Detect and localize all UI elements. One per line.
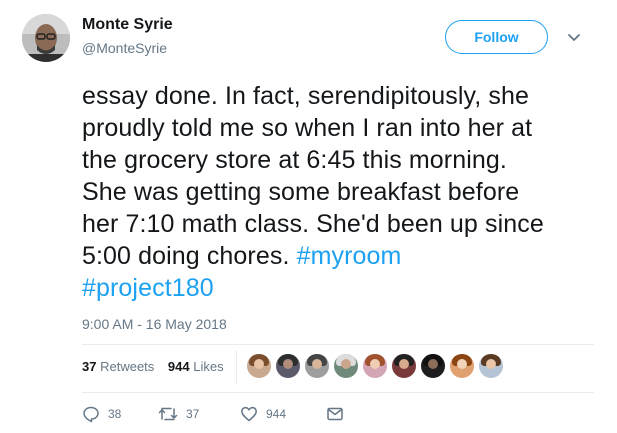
liker-avatar[interactable]: [391, 353, 417, 379]
like-button[interactable]: 944: [240, 405, 326, 423]
likes-count: 944: [167, 359, 190, 374]
avatar-image: [22, 14, 70, 62]
liker-avatar[interactable]: [333, 353, 359, 379]
tweet-actions: 38 37 944: [82, 403, 344, 425]
tweet-text-line: her 7:10 math class. She'd been up since: [82, 210, 544, 238]
liker-avatar[interactable]: [275, 353, 301, 379]
retweets-stat[interactable]: 37 Retweets: [82, 359, 154, 374]
divider: [82, 344, 594, 345]
tweet-text-line: essay done. In fact, serendipitously, sh…: [82, 82, 529, 110]
tweet-text-line: the grocery store at 6:45 this morning.: [82, 146, 507, 174]
follow-button[interactable]: Follow: [445, 20, 548, 54]
direct-message-button[interactable]: [326, 405, 344, 423]
author-handle[interactable]: @MonteSyrie: [82, 40, 167, 56]
stats-separator: [236, 350, 237, 384]
tweet-card: Monte Syrie @MonteSyrie Follow essay don…: [0, 0, 617, 433]
reply-button[interactable]: 38: [82, 405, 158, 423]
tweet-stats: 37 Retweets 944 Likes: [82, 359, 234, 374]
tweet-text-line: She was getting some breakfast before: [82, 178, 520, 206]
liker-avatars: [246, 353, 507, 379]
likes-label: Likes: [193, 359, 224, 374]
like-count: 944: [266, 407, 287, 421]
retweet-icon: [158, 405, 178, 423]
chevron-down-icon[interactable]: [564, 28, 584, 48]
tweet-timestamp[interactable]: 9:00 AM - 16 May 2018: [82, 316, 227, 332]
liker-avatar[interactable]: [304, 353, 330, 379]
author-name[interactable]: Monte Syrie: [82, 16, 173, 34]
tweet-text-segment: 5:00 doing chores.: [82, 242, 290, 270]
liker-avatar[interactable]: [420, 353, 446, 379]
hashtag-link[interactable]: #myroom: [297, 242, 402, 270]
retweets-label: Retweets: [100, 359, 155, 374]
hashtag-link[interactable]: #project180: [82, 274, 214, 302]
reply-icon: [82, 405, 100, 423]
tweet-text-line: #project180: [82, 272, 602, 304]
tweet-text-line: 5:00 doing chores. #myroom: [82, 240, 602, 272]
tweet-text-line: proudly told me so when I ran into her a…: [82, 114, 533, 142]
retweet-count: 37: [186, 407, 200, 421]
tweet-text: essay done. In fact, serendipitously, sh…: [82, 80, 602, 304]
divider: [82, 392, 594, 393]
liker-avatar[interactable]: [362, 353, 388, 379]
reply-count: 38: [108, 407, 122, 421]
direct-message-icon: [326, 405, 344, 423]
retweets-count: 37: [82, 359, 97, 374]
liker-avatar[interactable]: [246, 353, 272, 379]
liker-avatar[interactable]: [478, 353, 504, 379]
retweet-button[interactable]: 37: [158, 405, 240, 423]
heart-icon: [240, 405, 258, 423]
likes-stat[interactable]: 944 Likes: [168, 359, 224, 374]
liker-avatar[interactable]: [449, 353, 475, 379]
author-avatar[interactable]: [22, 14, 70, 62]
